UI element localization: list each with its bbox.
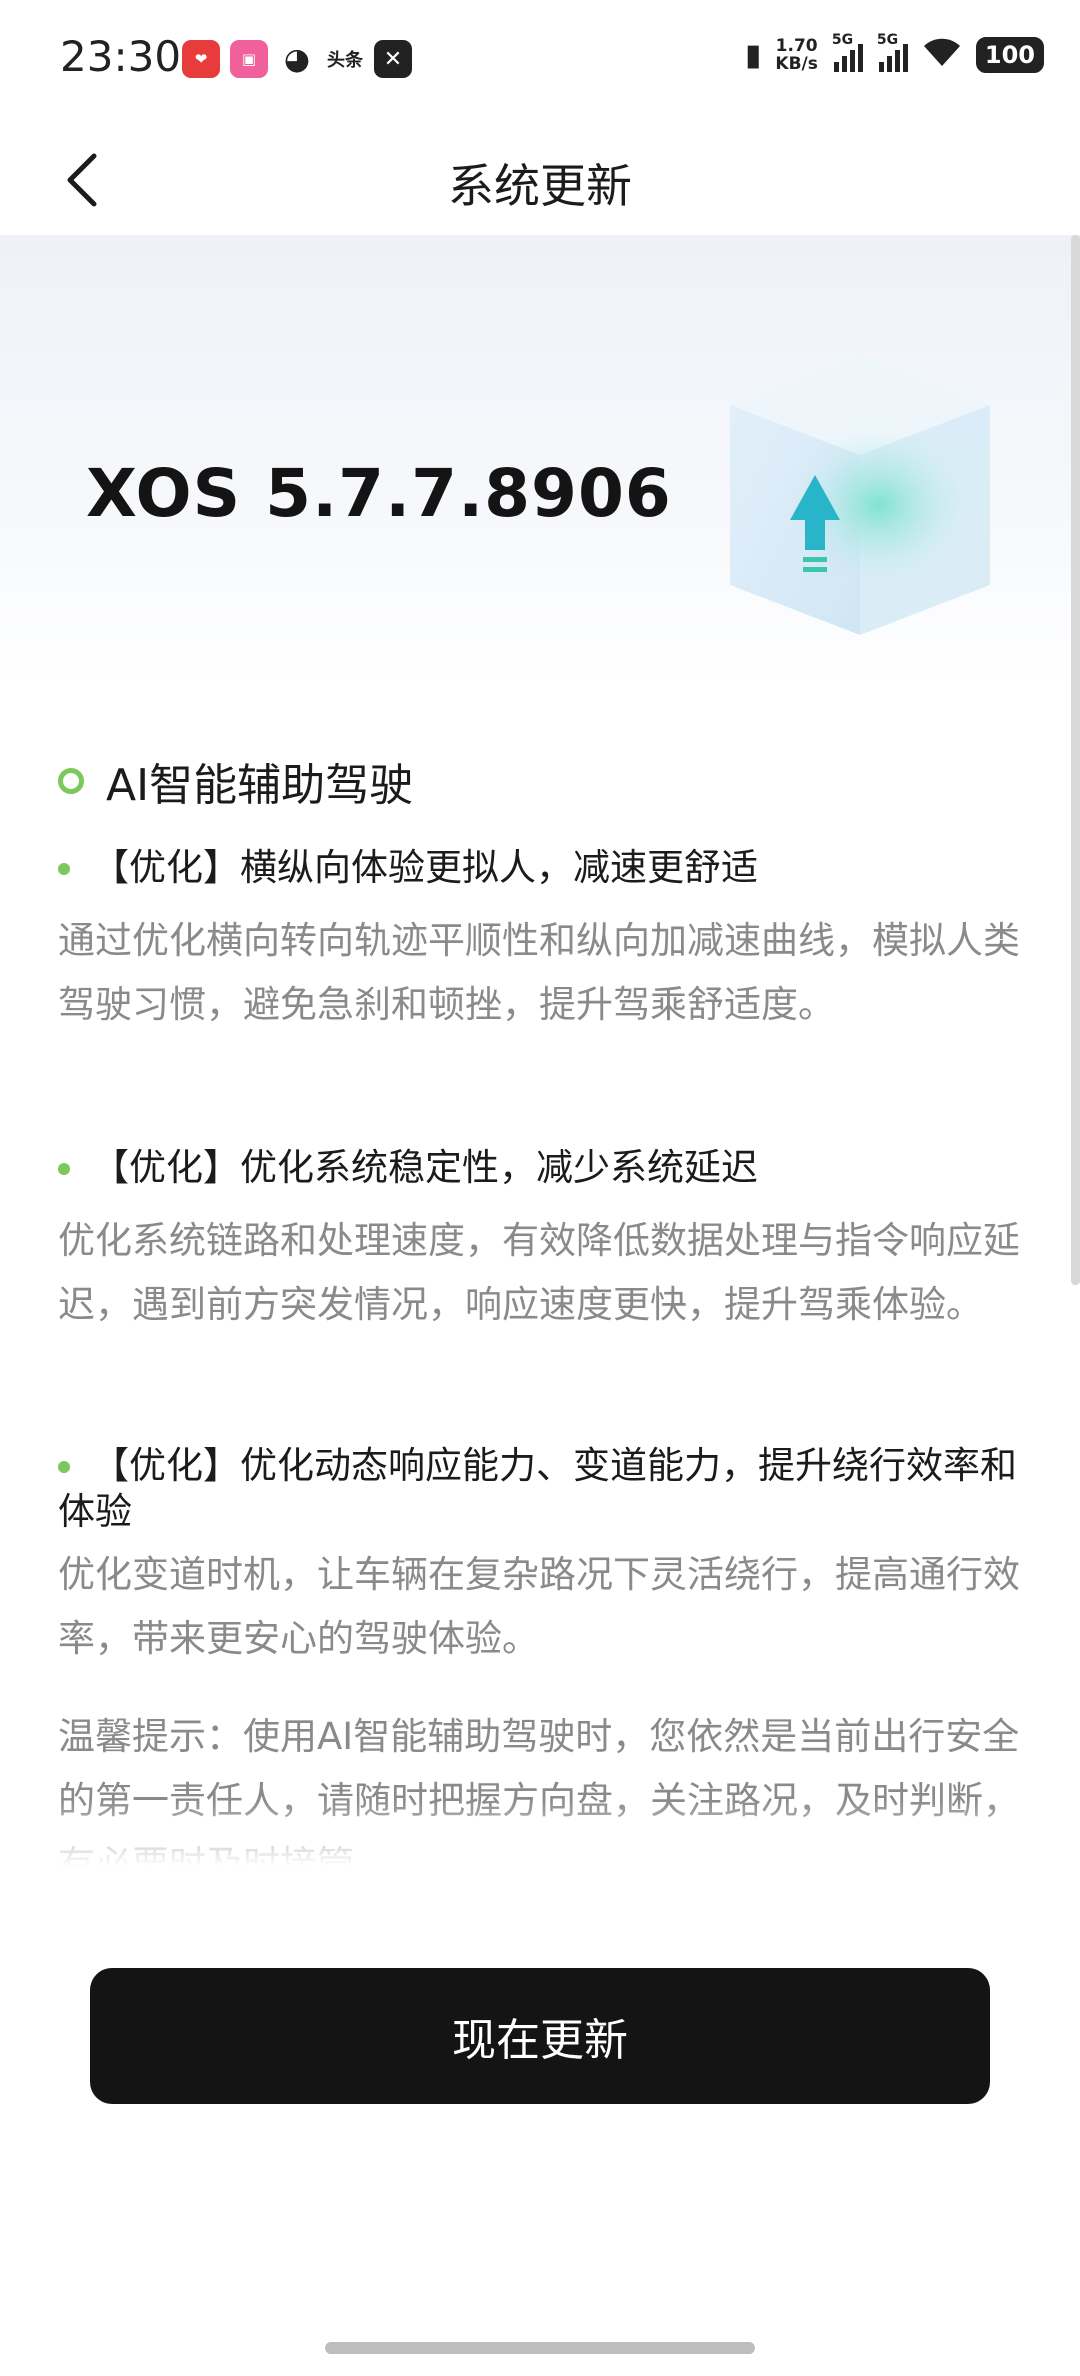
bullet-dot-icon [58, 1461, 70, 1473]
battery-icon: 100 [975, 37, 1044, 73]
item-title: 【优化】横纵向体验更拟人，减速更舒适 [92, 846, 758, 889]
update-cube-illustration [730, 355, 990, 635]
release-note-item: 【优化】优化动态响应能力、变道能力，提升绕行效率和体验 优化变道时机，让车辆在复… [58, 1443, 1038, 1671]
page-title: 系统更新 [448, 159, 632, 213]
wifi-icon [922, 36, 962, 74]
capcut-icon: ✕ [374, 40, 412, 78]
bilibili-icon: ▣ [230, 40, 268, 78]
scroll-fade [0, 1800, 1070, 1870]
status-indicators: ▮ 1.70 KB/s 5G 5G 100 [744, 32, 1044, 74]
item-body: 优化变道时机，让车辆在复杂路况下灵活绕行，提高通行效率，带来更安心的驾驶体验。 [58, 1553, 1020, 1660]
sim1-label: 5G [831, 32, 854, 48]
version-number: XOS 5.7.7.8906 [86, 455, 672, 532]
section-title: AI智能辅助驾驶 [106, 760, 414, 811]
release-notes: AI智能辅助驾驶 【优化】横纵向体验更拟人，减速更舒适 通过优化横向转向轨迹平顺… [0, 685, 1070, 1870]
item-title: 【优化】优化动态响应能力、变道能力，提升绕行效率和体验 [58, 1444, 1017, 1533]
signal-sim1-icon: 5G [832, 32, 863, 72]
network-speed-unit: KB/s [775, 54, 818, 74]
section-header: AI智能辅助驾驶 [58, 749, 413, 813]
status-time: 23:30 [60, 32, 182, 81]
status-bar: 23:30 ❤ ▣ ◕ 头条 ✕ ▮ 1.70 KB/s 5G 5G 100 [0, 0, 1080, 120]
weibo-icon: ◕ [283, 41, 311, 77]
item-title: 【优化】优化系统稳定性，减少系统延迟 [92, 1146, 758, 1189]
item-body: 优化系统链路和处理速度，有效降低数据处理与指令响应延迟，遇到前方突发情况，响应速… [58, 1219, 1020, 1326]
toutiao-icon: 头条 [327, 50, 363, 71]
bullet-dot-icon [58, 1163, 70, 1175]
vibrate-icon: ▮ [744, 37, 762, 73]
bullet-dot-icon [58, 863, 70, 875]
section-ring-icon [58, 768, 84, 794]
scrollbar[interactable] [1071, 235, 1080, 1285]
item-body: 通过优化横向转向轨迹平顺性和纵向加减速曲线，模拟人类驾驶习惯，避免急刹和顿挫，提… [58, 919, 1020, 1026]
sim2-label: 5G [876, 32, 899, 48]
release-note-item: 【优化】优化系统稳定性，减少系统延迟 优化系统链路和处理速度，有效降低数据处理与… [58, 1145, 1038, 1337]
update-now-button[interactable]: 现在更新 [90, 1968, 990, 2104]
network-speed-value: 1.70 [775, 36, 818, 56]
notification-icons: ❤ ▣ ◕ 头条 ✕ [182, 40, 412, 78]
top-bar: 系统更新 [0, 120, 1080, 235]
release-note-item: 【优化】横纵向体验更拟人，减速更舒适 通过优化横向转向轨迹平顺性和纵向加减速曲线… [58, 845, 1038, 1037]
version-banner: XOS 5.7.7.8906 [0, 235, 1080, 685]
xiaohongshu-icon: ❤ [182, 40, 220, 78]
home-indicator[interactable] [325, 2342, 755, 2354]
signal-sim2-icon: 5G [877, 32, 908, 72]
network-speed: 1.70 KB/s [775, 37, 817, 73]
